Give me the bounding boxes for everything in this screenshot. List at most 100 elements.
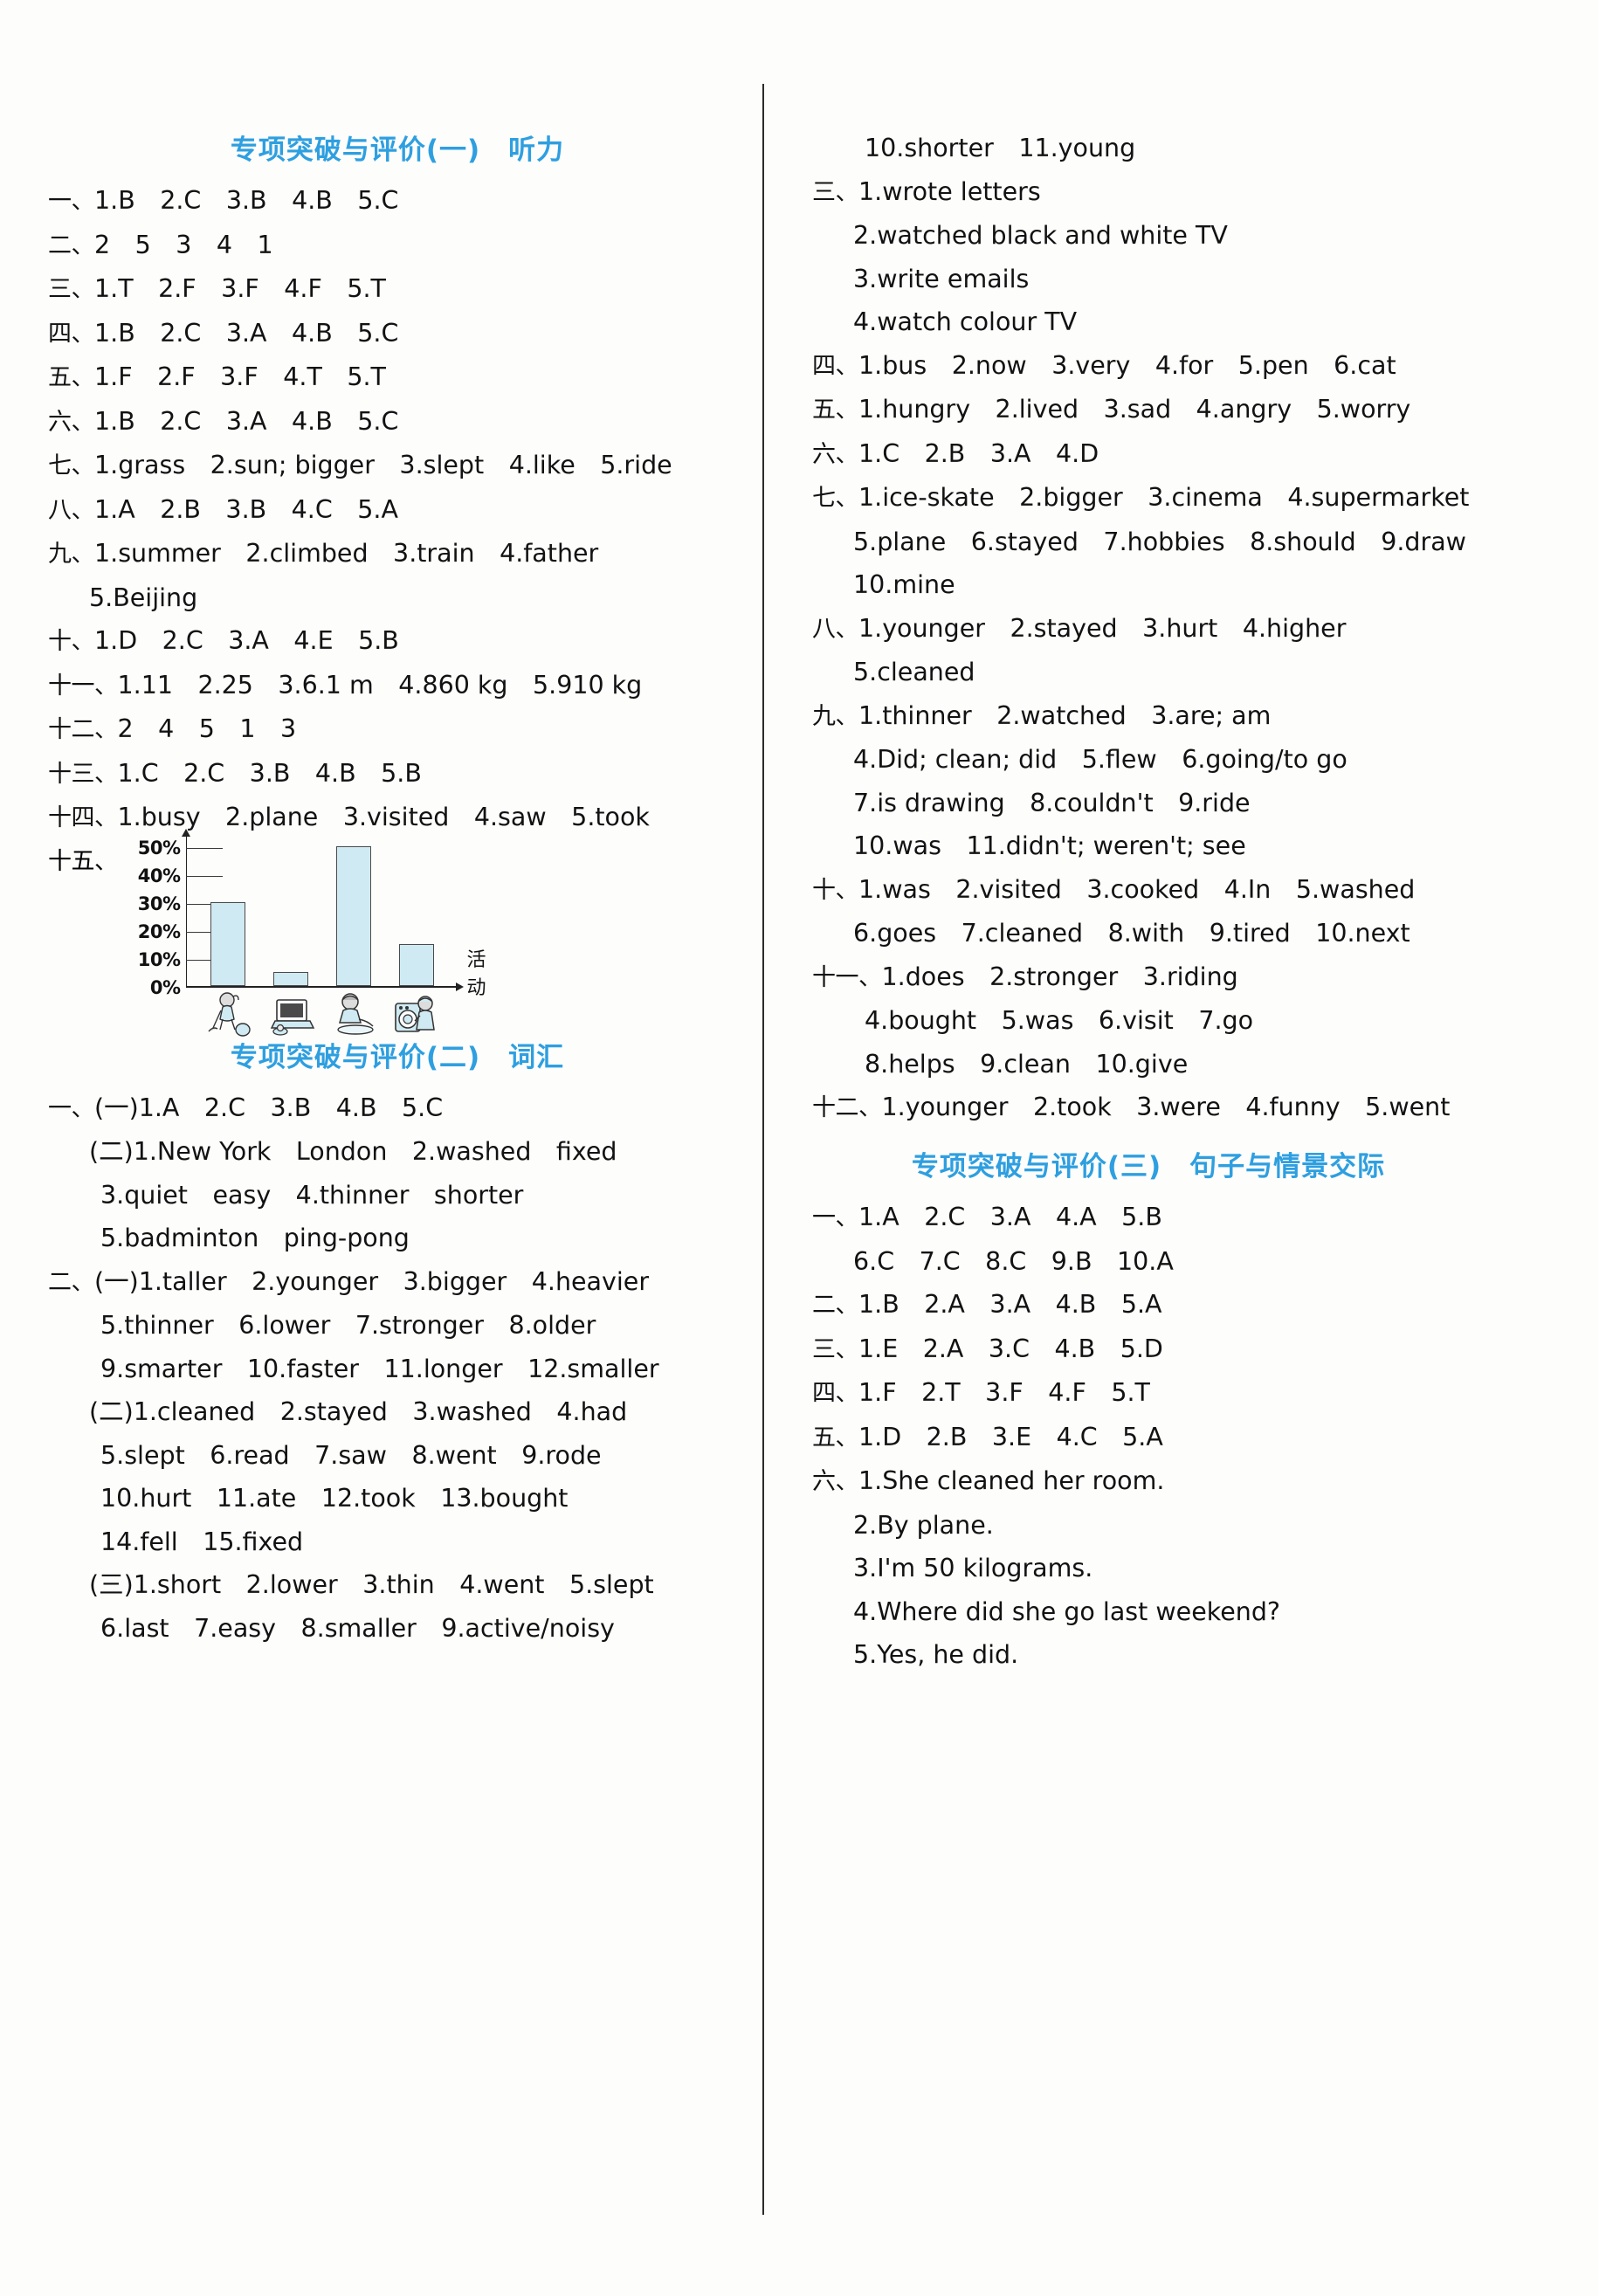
bar-wash-clothes bbox=[398, 943, 434, 986]
row-text: 5.Yes, he did. bbox=[853, 1640, 1019, 1669]
row-text: 1.F 2.F 3.F 4.T 5.T bbox=[94, 362, 386, 391]
answer-row: 十一、 1.does 2.stronger 3.riding bbox=[812, 960, 1485, 995]
answer-row-continuation: 2.watched black and white TV bbox=[812, 218, 1485, 252]
row-marker: 一、 bbox=[812, 1204, 859, 1231]
bar-read-and-write bbox=[335, 845, 371, 986]
answer-row: 十一、 1.11 2.25 3.6.1 m 4.860 kg 5.910 kg bbox=[48, 668, 720, 703]
row-text: (一)1.taller 2.younger 3.bigger 4.heavier bbox=[94, 1266, 650, 1296]
row-text: 3.write emails bbox=[853, 264, 1030, 293]
row-marker: 三、 bbox=[812, 1335, 859, 1363]
row-text: 2 4 5 1 3 bbox=[117, 714, 297, 743]
answer-row: 七、 1.ice-skate 2.bigger 3.cinema 4.super… bbox=[812, 480, 1485, 515]
answer-row-continuation: (三)1.short 2.lower 3.thin 4.went 5.slept bbox=[48, 1568, 720, 1602]
answer-row: 三、 1.wrote letters bbox=[812, 175, 1485, 210]
answer-row: 四、 1.bus 2.now 3.very 4.for 5.pen 6.cat bbox=[812, 348, 1485, 383]
y-tick-label: 50% bbox=[137, 837, 181, 858]
row-text: (一)1.A 2.C 3.B 4.B 5.C bbox=[94, 1093, 444, 1122]
answer-row: 十二、 2 4 5 1 3 bbox=[48, 712, 720, 747]
row-text: 1.wrote letters bbox=[858, 176, 1041, 206]
row-text: 5.thinner 6.lower 7.stronger 8.older bbox=[100, 1311, 596, 1340]
activity-bar-chart: 50% 40% 30% 20% 10% 0% 活动 bbox=[123, 828, 499, 1037]
y-tick-label: 20% bbox=[137, 920, 181, 942]
row-text: 1.B 2.C 3.A 4.B 5.C bbox=[94, 406, 399, 436]
answer-row-continuation: 10.shorter 11.young bbox=[812, 131, 1485, 165]
row-text: 10.hurt 11.ate 12.took 13.bought bbox=[100, 1484, 569, 1513]
answer-row: 八、 1.younger 2.stayed 3.hurt 4.higher bbox=[812, 611, 1485, 646]
row-text: 4.Did; clean; did 5.flew 6.going/to go bbox=[853, 745, 1347, 774]
row-text: 1.A 2.B 3.B 4.C 5.A bbox=[94, 494, 398, 524]
row-text: 1.E 2.A 3.C 4.B 5.D bbox=[858, 1334, 1163, 1363]
answer-row: 四、 1.B 2.C 3.A 4.B 5.C bbox=[48, 316, 720, 351]
left-column: 专项突破与评价(一) 听力 一、 1.B 2.C 3.B 4.B 5.C 二、 … bbox=[48, 131, 720, 1654]
answer-row-continuation: 10.was 11.didn't; weren't; see bbox=[812, 829, 1485, 863]
row-text: 1.hungry 2.lived 3.sad 4.angry 5.worry bbox=[858, 395, 1411, 424]
row-marker: 四、 bbox=[812, 352, 859, 380]
x-axis bbox=[185, 983, 464, 990]
row-marker: 五、 bbox=[812, 396, 859, 424]
row-text: 1.F 2.T 3.F 4.F 5.T bbox=[858, 1378, 1150, 1407]
row-text: 5.badminton ping-pong bbox=[100, 1224, 410, 1252]
bar-clean-the-room bbox=[210, 901, 245, 986]
row-marker: 七、 bbox=[812, 485, 859, 512]
chart-plot-area: 活动 bbox=[183, 828, 486, 999]
row-marker: 四、 bbox=[48, 320, 95, 348]
row-text: 2 5 3 4 1 bbox=[94, 230, 273, 259]
right-column: 10.shorter 11.young 三、 1.wrote letters 2… bbox=[812, 131, 1485, 1681]
row-marker: 八、 bbox=[48, 496, 95, 524]
answer-row-continuation: 4.bought 5.was 6.visit 7.go bbox=[812, 1003, 1485, 1038]
answer-row: 四、 1.F 2.T 3.F 4.F 5.T bbox=[812, 1376, 1485, 1410]
answer-row-chart: 十五、 50% 40% 30% 20% 10% 0% 活动 bbox=[48, 828, 720, 1037]
row-text: (二)1.cleaned 2.stayed 3.washed 4.had bbox=[89, 1397, 628, 1426]
answer-row-continuation: 5.badminton ping-pong bbox=[48, 1221, 720, 1255]
row-marker: 四、 bbox=[812, 1380, 859, 1407]
television-icon bbox=[266, 989, 317, 1038]
row-text: 9.smarter 10.faster 11.longer 12.smaller bbox=[100, 1354, 659, 1383]
answer-row: 十、 1.was 2.visited 3.cooked 4.In 5.washe… bbox=[812, 872, 1485, 907]
answer-row-continuation: 7.is drawing 8.couldn't 9.ride bbox=[812, 786, 1485, 820]
row-text: 6.C 7.C 8.C 9.B 10.A bbox=[853, 1246, 1174, 1276]
row-marker: 九、 bbox=[812, 702, 859, 730]
row-marker: 十二、 bbox=[48, 716, 118, 743]
row-marker: 六、 bbox=[812, 1468, 859, 1495]
row-text: 1.younger 2.stayed 3.hurt 4.higher bbox=[858, 613, 1347, 643]
answer-row-continuation: 3.write emails bbox=[812, 262, 1485, 296]
row-text: 3.quiet easy 4.thinner shorter bbox=[100, 1180, 524, 1210]
answer-row-continuation: 5.cleaned bbox=[812, 655, 1485, 689]
cleaning-girl-icon bbox=[203, 989, 254, 1038]
row-marker: 二、 bbox=[48, 231, 95, 259]
answer-row: 二、 1.B 2.A 3.A 4.B 5.A bbox=[812, 1287, 1485, 1322]
row-text: 6.goes 7.cleaned 8.with 9.tired 10.next bbox=[853, 919, 1410, 948]
row-text: 3.I'm 50 kilograms. bbox=[853, 1554, 1093, 1582]
row-marker: 十三、 bbox=[48, 760, 118, 788]
row-marker: 六、 bbox=[812, 440, 859, 468]
column-divider bbox=[762, 84, 764, 2215]
row-text: 6.last 7.easy 8.smaller 9.active/noisy bbox=[100, 1613, 615, 1643]
row-text: 1.She cleaned her room. bbox=[858, 1466, 1165, 1495]
answer-row: 八、 1.A 2.B 3.B 4.C 5.A bbox=[48, 493, 720, 527]
y-axis bbox=[183, 828, 190, 988]
row-text: 10.mine bbox=[853, 570, 955, 599]
row-text: 1.D 2.B 3.E 4.C 5.A bbox=[858, 1422, 1163, 1451]
row-text: 7.is drawing 8.couldn't 9.ride bbox=[853, 788, 1251, 817]
row-text: 1.summer 2.climbed 3.train 4.father bbox=[94, 539, 599, 568]
answer-row: 三、 1.T 2.F 3.F 4.F 5.T bbox=[48, 272, 720, 307]
row-text: 1.grass 2.sun; bigger 3.slept 4.like 5.r… bbox=[94, 451, 672, 479]
answer-row-continuation: 4.Where did she go last weekend? bbox=[812, 1595, 1485, 1629]
chart-category-icons bbox=[186, 989, 439, 1042]
row-marker: 一、 bbox=[48, 1094, 95, 1122]
answer-row: 五、 1.F 2.F 3.F 4.T 5.T bbox=[48, 360, 720, 395]
answer-key-page: 专项突破与评价(一) 听力 一、 1.B 2.C 3.B 4.B 5.C 二、 … bbox=[0, 0, 1599, 2296]
answer-row-continuation: 5.slept 6.read 7.saw 8.went 9.rode bbox=[48, 1438, 720, 1472]
row-marker: 十二、 bbox=[812, 1094, 882, 1121]
section-title-sentences: 专项突破与评价(三) 句子与情景交际 bbox=[911, 1151, 1386, 1182]
answer-row-continuation: 14.fell 15.fixed bbox=[48, 1525, 720, 1559]
answer-row-continuation: 2.By plane. bbox=[812, 1508, 1485, 1542]
row-text: 1.does 2.stronger 3.riding bbox=[881, 962, 1238, 991]
answer-row: 六、 1.She cleaned her room. bbox=[812, 1464, 1485, 1499]
row-text: 4.watch colour TV bbox=[853, 307, 1078, 336]
answer-row: 一、 (一)1.A 2.C 3.B 4.B 5.C bbox=[48, 1091, 720, 1126]
y-gridline-tick bbox=[185, 847, 223, 849]
answer-row-continuation: 5.Beijing bbox=[48, 581, 720, 615]
row-marker: 十五、 bbox=[48, 847, 118, 875]
row-text: 10.was 11.didn't; weren't; see bbox=[853, 831, 1246, 860]
